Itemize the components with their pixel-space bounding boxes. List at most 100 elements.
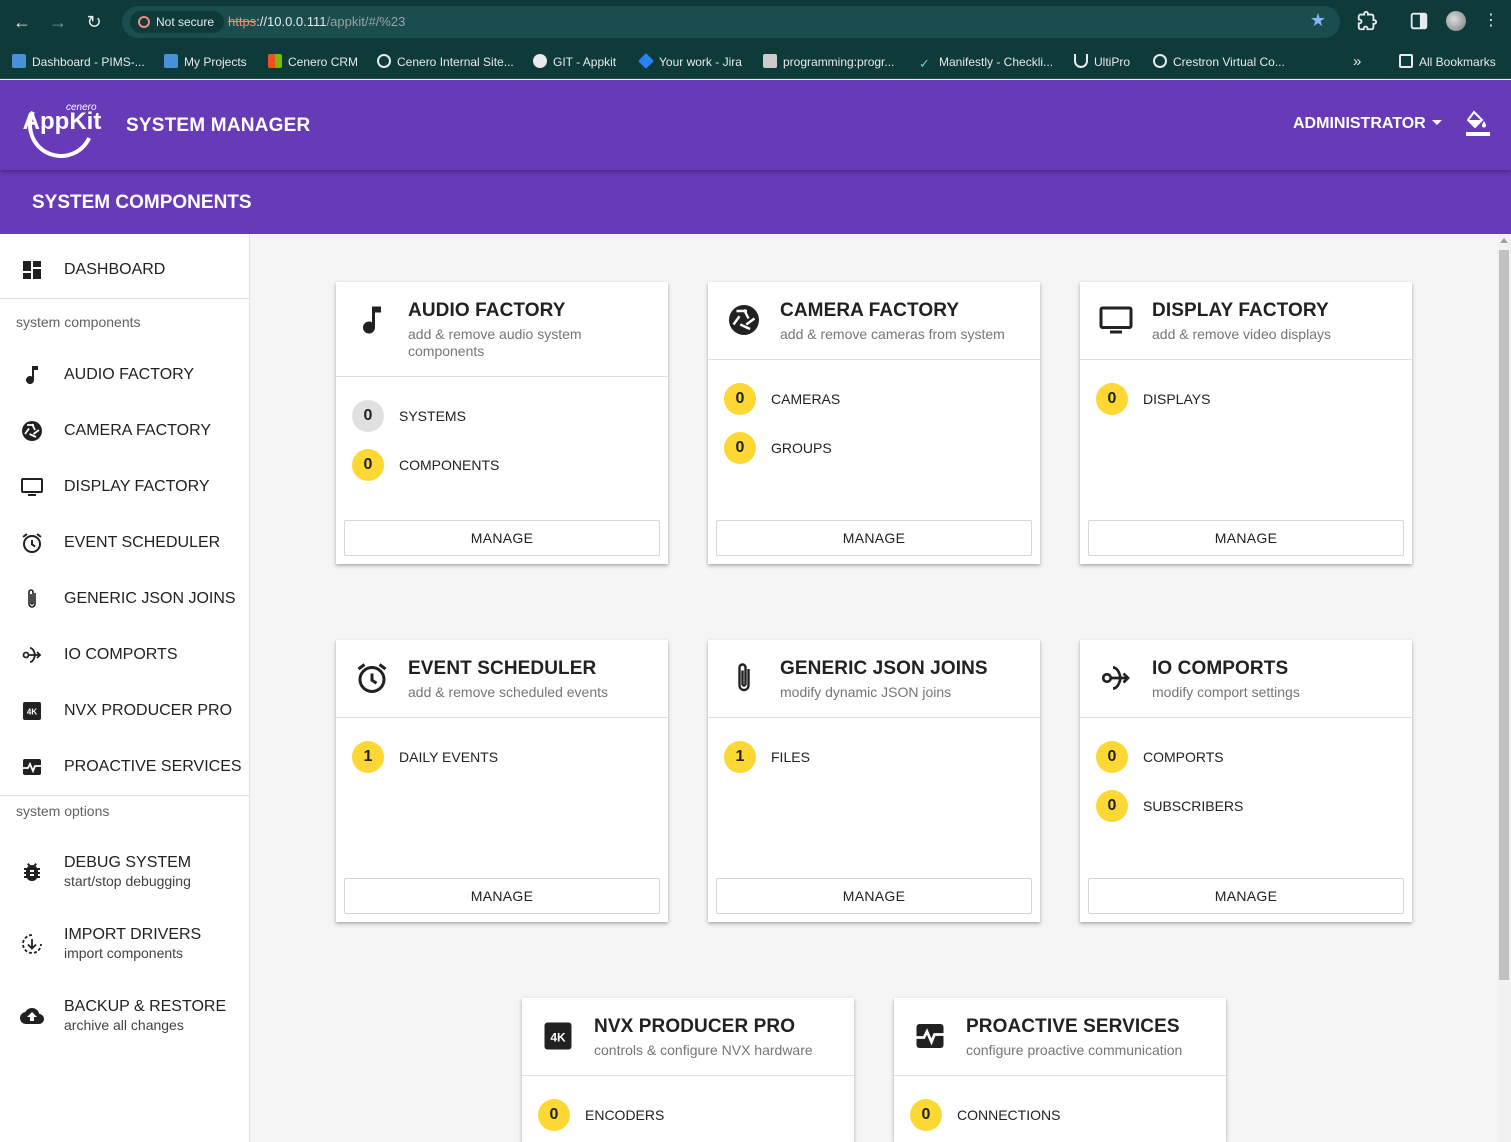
bookmark-item[interactable]: programming:progr... xyxy=(763,53,894,71)
divider xyxy=(336,376,668,377)
sidebar-item-import-drivers[interactable]: IMPORT DRIVERS import components xyxy=(0,916,249,972)
stat-label: COMPORTS xyxy=(1143,749,1224,765)
scrollbar-thumb[interactable] xyxy=(1499,250,1509,980)
more-bookmarks-icon[interactable]: » xyxy=(1353,53,1361,71)
sidebar-item-camera-factory[interactable]: CAMERA FACTORY xyxy=(0,403,249,459)
svg-text:4K: 4K xyxy=(27,708,37,717)
card-proactive-services: PROACTIVE SERVICES configure proactive c… xyxy=(894,998,1226,1142)
sidebar-item-sublabel: archive all changes xyxy=(64,1017,184,1033)
stat-label: CAMERAS xyxy=(771,391,841,407)
not-secure-chip[interactable]: Not secure xyxy=(130,11,225,33)
sidebar-item-backup-restore[interactable]: BACKUP & RESTORE archive all changes xyxy=(0,988,249,1044)
paint-bucket-icon[interactable] xyxy=(1466,110,1490,138)
ultipro-icon xyxy=(1074,54,1088,68)
bookmark-item[interactable]: GIT - Appkit xyxy=(533,53,616,71)
sidebar-item-debug-system[interactable]: DEBUG SYSTEM start/stop debugging xyxy=(0,844,249,900)
windows-icon xyxy=(268,54,282,68)
card-subtitle: modify dynamic JSON joins xyxy=(780,684,952,700)
divider xyxy=(894,1075,1226,1076)
user-menu[interactable]: ADMINISTRATOR xyxy=(1293,115,1442,133)
card-audio-factory: AUDIO FACTORY add & remove audio system … xyxy=(336,282,668,564)
folder-icon xyxy=(1399,54,1413,68)
card-title: AUDIO FACTORY xyxy=(408,300,566,321)
profile-avatar[interactable] xyxy=(1446,11,1466,31)
menu-kebab-icon[interactable]: ⋮ xyxy=(1480,10,1502,32)
bookmark-item[interactable]: ✓ Manifestly - Checkli... xyxy=(919,53,1053,71)
favicon-icon xyxy=(763,54,777,68)
bookmark-item[interactable]: My Projects xyxy=(164,53,247,71)
sidebar-item-label: IMPORT DRIVERS xyxy=(64,926,202,943)
bookmark-item[interactable]: Cenero Internal Site... xyxy=(377,53,514,71)
aperture-icon xyxy=(20,419,44,443)
card-title: DISPLAY FACTORY xyxy=(1152,300,1329,321)
stat-label: SYSTEMS xyxy=(399,408,466,424)
card-subtitle: add & remove scheduled events xyxy=(408,684,609,700)
alarm-clock-icon xyxy=(354,660,390,696)
url-text[interactable]: https://10.0.0.111/appkit/#/%23 xyxy=(228,14,405,29)
favicon-icon xyxy=(164,54,178,68)
manage-button[interactable]: MANAGE xyxy=(1088,878,1404,914)
sidebar-item-proactive-services[interactable]: PROACTIVE SERVICES xyxy=(0,739,249,795)
count-badge: 0 xyxy=(910,1099,942,1131)
bookmark-item[interactable]: Crestron Virtual Co... xyxy=(1153,53,1285,71)
aperture-icon xyxy=(726,302,762,338)
cloud-upload-icon xyxy=(20,1004,44,1028)
manage-button[interactable]: MANAGE xyxy=(344,520,660,556)
reload-icon[interactable]: ↻ xyxy=(82,10,106,34)
app-header: cenero AppKit SYSTEM MANAGER ADMINISTRAT… xyxy=(0,80,1511,170)
favicon-icon xyxy=(12,54,26,68)
sidebar-item-event-scheduler[interactable]: EVENT SCHEDULER xyxy=(0,515,249,571)
alarm-clock-icon xyxy=(20,531,44,555)
bookmark-item[interactable]: UltiPro xyxy=(1074,53,1130,71)
sidebar-item-io-comports[interactable]: IO COMPORTS xyxy=(0,627,249,683)
address-bar[interactable]: Not secure https://10.0.0.111/appkit/#/%… xyxy=(122,6,1340,38)
music-note-icon xyxy=(354,302,390,338)
count-badge: 1 xyxy=(724,741,756,773)
user-name: ADMINISTRATOR xyxy=(1293,115,1426,132)
all-bookmarks[interactable]: All Bookmarks xyxy=(1399,53,1496,71)
bookmark-item[interactable]: Dashboard - PIMS-... xyxy=(12,53,145,71)
section-heading: system components xyxy=(16,314,141,330)
sidebar-item-sublabel: import components xyxy=(64,945,184,961)
divider xyxy=(1080,359,1412,360)
import-icon xyxy=(20,932,44,956)
warning-icon xyxy=(138,16,150,28)
page-scrollbar[interactable] xyxy=(1497,234,1511,1142)
sidebar-item-generic-json-joins[interactable]: GENERIC JSON JOINS xyxy=(0,571,249,627)
stat-label: SUBSCRIBERS xyxy=(1143,798,1244,814)
sidebar-item-label: GENERIC JSON JOINS xyxy=(64,590,236,607)
card-display-factory: DISPLAY FACTORY add & remove video displ… xyxy=(1080,282,1412,564)
bookmark-item[interactable]: Your work - Jira xyxy=(638,53,742,71)
appkit-logo[interactable]: cenero AppKit xyxy=(18,82,104,168)
card-title: CAMERA FACTORY xyxy=(780,300,960,321)
sidebar-item-audio-factory[interactable]: AUDIO FACTORY xyxy=(0,347,249,403)
sidebar-item-label: EVENT SCHEDULER xyxy=(64,534,221,551)
checkmark-icon: ✓ xyxy=(919,56,930,71)
count-badge: 0 xyxy=(538,1099,570,1131)
sidebar-item-display-factory[interactable]: DISPLAY FACTORY xyxy=(0,459,249,515)
pulse-icon xyxy=(20,755,44,779)
manage-button[interactable]: MANAGE xyxy=(716,520,1032,556)
back-icon[interactable]: ← xyxy=(10,10,34,34)
scroll-up-icon[interactable] xyxy=(1500,238,1508,243)
stat-label: DISPLAYS xyxy=(1143,391,1211,407)
manage-button[interactable]: MANAGE xyxy=(716,878,1032,914)
divider xyxy=(336,717,668,718)
manage-button[interactable]: MANAGE xyxy=(344,878,660,914)
sidebar-item-label: PROACTIVE SERVICES xyxy=(64,758,242,775)
count-badge: 0 xyxy=(724,432,756,464)
sidebar-item-nvx-producer-pro[interactable]: 4K NVX PRODUCER PRO xyxy=(0,683,249,739)
jira-icon xyxy=(638,53,654,69)
divider xyxy=(0,298,249,299)
card-title: GENERIC JSON JOINS xyxy=(780,658,988,679)
logo-word: AppKit xyxy=(22,108,102,135)
bookmark-item[interactable]: Cenero CRM xyxy=(268,53,358,71)
side-panel-icon[interactable] xyxy=(1408,10,1430,32)
bookmark-star-icon[interactable]: ★ xyxy=(1310,10,1326,31)
manage-button[interactable]: MANAGE xyxy=(1088,520,1404,556)
sidebar-item-dashboard[interactable]: DASHBOARD xyxy=(0,242,249,298)
stat-label: COMPONENTS xyxy=(399,457,500,473)
stat-label: FILES xyxy=(771,749,810,765)
extensions-icon[interactable] xyxy=(1356,10,1378,32)
forward-icon[interactable]: → xyxy=(46,10,70,34)
